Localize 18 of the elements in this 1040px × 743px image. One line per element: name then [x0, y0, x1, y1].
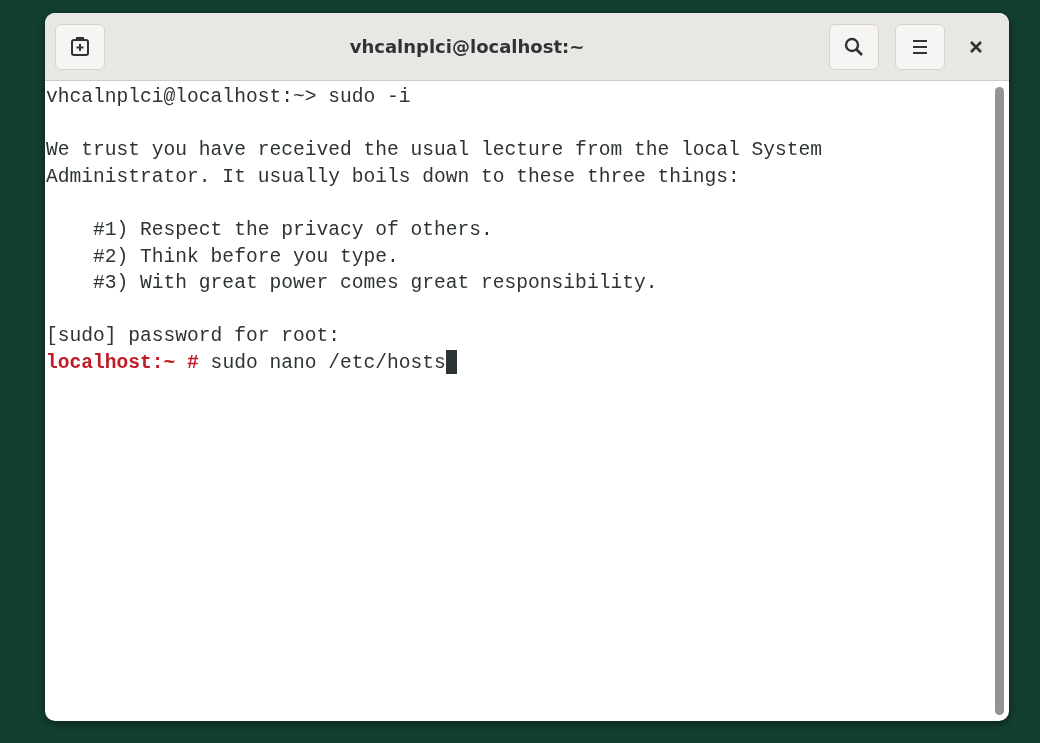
menu-button[interactable] [895, 23, 945, 70]
terminal-line: Administrator. It usually boils down to these three things: [46, 164, 740, 190]
terminal-line: #1) Respect the privacy of others. [92, 217, 493, 243]
terminal-line: #2) Think before you type. [92, 244, 399, 270]
new-tab-icon [69, 35, 91, 58]
terminal-line: [sudo] password for root: [46, 324, 340, 350]
scrollbar-thumb[interactable] [995, 87, 1004, 715]
text-cursor [445, 349, 457, 374]
search-button[interactable] [829, 23, 879, 70]
menu-icon [911, 38, 929, 55]
terminal-line: vhcalnplci@localhost:~> sudo -i [46, 85, 411, 110]
new-tab-button[interactable] [55, 23, 105, 70]
terminal-line: We trust you have received the usual lecture from the local System [46, 138, 823, 164]
terminal-line: #3) With great power comes great responsibility. [92, 271, 658, 297]
command-line: localhost:~ # sudo nano /etc/hosts [46, 350, 446, 376]
window-title: vhcalnplci@localhost:~ [348, 35, 586, 59]
search-icon [844, 36, 864, 57]
close-icon [969, 39, 983, 54]
